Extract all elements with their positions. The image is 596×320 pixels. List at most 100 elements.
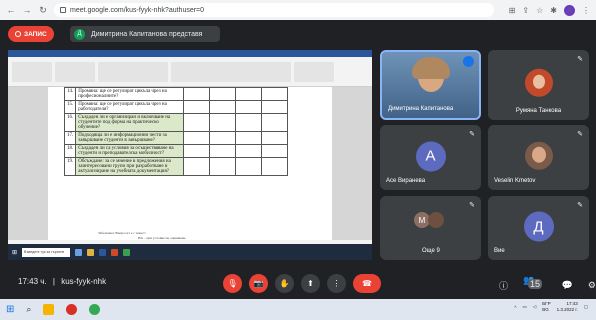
row-cell	[183, 113, 211, 132]
camera-toggle-button[interactable]: 📷	[249, 274, 268, 293]
tile-participant[interactable]: ✎ Veselin Kmetov	[488, 125, 589, 190]
tile-participant[interactable]: ✎ Румяна Танкова	[488, 50, 589, 120]
row-cell	[209, 113, 237, 132]
table-row: 15. Промяна: ще се регулират цикъла чрез …	[63, 100, 289, 114]
speaking-indicator	[463, 56, 474, 67]
row-cell	[235, 100, 263, 114]
document-area: 14. Промяна: ще се регулират цикъла чрез …	[8, 87, 372, 257]
participant-name: Румяна Танкова	[515, 108, 562, 114]
row-question: Подходяща ли е информационни чести за за…	[75, 131, 185, 145]
table-row: 18. Създаден ли са условия за осъществява…	[63, 144, 289, 158]
self-avatar: Д	[523, 211, 554, 242]
participant-photo	[428, 212, 444, 228]
row-cell	[235, 113, 263, 132]
row-cell	[183, 157, 211, 176]
system-tray: ^ ▭ ◁ БГР BG 17:43 1.3.2022 г. ▢	[514, 301, 588, 313]
tile-speaker[interactable]: Димитрина Капитанова	[380, 50, 481, 120]
row-cell	[261, 157, 289, 176]
leave-call-button[interactable]: ☎	[353, 274, 381, 293]
network-icon[interactable]: ▭	[522, 304, 526, 310]
row-cell	[209, 157, 237, 176]
table-row: 16. Създаден ли е организиран и включване…	[63, 113, 289, 132]
info-icon[interactable]: ⓘ	[499, 279, 508, 292]
back-icon[interactable]: ←	[6, 5, 16, 15]
row-cell	[183, 131, 211, 145]
row-question: Обсъждане: за се мнение в предложения на…	[75, 157, 185, 176]
row-number: 19.	[63, 157, 77, 176]
chevron-up-icon[interactable]: ^	[514, 305, 516, 310]
row-cell	[261, 131, 289, 145]
windows-taskbar: ⊞ ⌕ ^ ▭ ◁ БГР BG 17:43 1.3.2022 г. ▢	[0, 299, 596, 320]
table-row: 14. Промяна: ще се регулират цикъла чрез …	[63, 87, 289, 101]
participant-avatar: А	[415, 141, 446, 171]
row-question: Промяна: ще се регулират цикъла чрез на …	[75, 100, 185, 114]
clock[interactable]: 17:43 1.3.2022 г.	[557, 301, 578, 313]
forward-icon[interactable]: →	[22, 5, 32, 15]
row-cell	[261, 113, 289, 132]
row-number: 14.	[63, 87, 77, 101]
row-cell	[235, 87, 263, 101]
profile-avatar[interactable]: A	[564, 4, 575, 16]
tile-self[interactable]: ✎ Д Вие	[488, 196, 589, 260]
table-row: 19. Обсъждане: за се мнение в предложения…	[63, 157, 289, 176]
tile-more-participants[interactable]: ✎ М Още 9	[380, 196, 481, 260]
windows-start-icon[interactable]: ⊞	[6, 304, 14, 315]
table-row: 17. Подходяща ли е информационни чести за…	[63, 131, 289, 145]
participant-name: Вие	[494, 248, 505, 254]
participant-photo	[524, 68, 553, 97]
word-ribbon	[8, 57, 372, 87]
row-cell	[235, 131, 263, 145]
search-icon[interactable]: ⌕	[26, 304, 31, 315]
present-button[interactable]: ⬆	[301, 274, 320, 293]
tile-participant[interactable]: ✎ А Асе Виранева	[380, 125, 481, 190]
star-icon[interactable]: ☆	[536, 6, 543, 15]
apps-icon[interactable]: ⊞	[509, 6, 516, 15]
row-number: 17.	[63, 131, 77, 145]
row-cell	[209, 131, 237, 145]
lock-icon	[60, 7, 66, 13]
activities-icon[interactable]: ⚙	[588, 280, 596, 291]
url-text: meet.google.com/kus-fyyk-nhk?authuser=0	[70, 6, 205, 14]
row-number: 16.	[63, 113, 77, 132]
people-icon[interactable]: 👥15	[523, 275, 547, 296]
mic-off-icon: ✎	[577, 131, 583, 138]
word-title-bar	[8, 50, 372, 57]
row-cell	[209, 144, 237, 158]
meeting-time-code: 17:43 ч. | kus-fyyk-nhk	[18, 277, 107, 286]
chat-icon[interactable]: 💬	[562, 280, 573, 291]
chrome-icon[interactable]	[89, 304, 101, 315]
row-cell	[183, 144, 211, 158]
mic-off-icon: ✎	[577, 202, 583, 209]
row-cell	[209, 87, 237, 101]
presenter-avatar: Д	[74, 28, 85, 40]
row-cell	[235, 157, 263, 176]
extensions-icon[interactable]: ✱	[550, 6, 557, 15]
row-number: 18.	[63, 144, 77, 158]
participant-name: Още 9	[422, 248, 440, 254]
share-icon[interactable]: ⇪	[522, 6, 529, 15]
reload-icon[interactable]: ↻	[38, 5, 48, 16]
mic-off-icon: ✎	[577, 56, 583, 63]
meeting-controls-bar: 17:43 ч. | kus-fyyk-nhk 🎙 📷 ✋ ⬆ ⋮ ☎ ⓘ 👥1…	[0, 268, 596, 298]
row-question: Промяна: ще се регулират цикъла чрез на …	[75, 87, 185, 101]
participant-name: Димитрина Капитанова	[388, 106, 454, 112]
document-page: 14. Промяна: ще се регулират цикъла чрез …	[48, 87, 332, 257]
volume-icon[interactable]: ◁	[533, 304, 536, 310]
recording-indicator[interactable]: ЗАПИС	[8, 26, 54, 42]
participant-name: Асе Виранева	[386, 178, 426, 184]
raise-hand-button[interactable]: ✋	[275, 274, 294, 293]
mic-toggle-button[interactable]: 🎙	[223, 274, 242, 293]
row-cell	[261, 87, 289, 101]
presenter-chip[interactable]: Д Димитрина Капитанова представя	[70, 26, 220, 42]
presenter-label: Димитрина Капитанова представя	[91, 30, 203, 38]
row-cell	[235, 144, 263, 158]
more-options-button[interactable]: ⋮	[327, 274, 346, 293]
app-icon[interactable]	[66, 304, 78, 315]
file-explorer-icon[interactable]	[43, 304, 55, 315]
row-cell	[261, 144, 289, 158]
menu-icon[interactable]: ⋮	[582, 6, 590, 15]
row-cell	[261, 100, 289, 114]
mic-off-icon: ✎	[469, 131, 475, 138]
notifications-icon[interactable]: ▢	[584, 304, 588, 310]
address-bar[interactable]: meet.google.com/kus-fyyk-nhk?authuser=0	[54, 3, 494, 17]
